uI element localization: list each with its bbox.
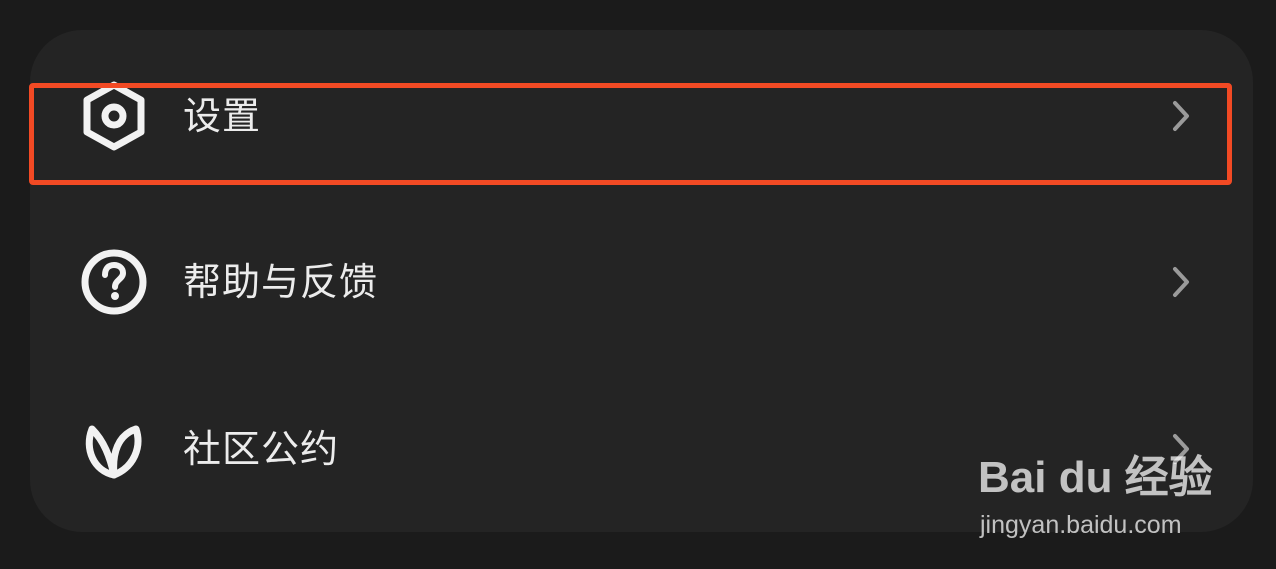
help-question-icon xyxy=(78,246,150,318)
menu-item-label: 帮助与反馈 xyxy=(183,260,379,304)
menu-item-label: 设置 xyxy=(183,94,262,138)
settings-icon xyxy=(78,80,150,152)
community-leaf-icon xyxy=(78,413,150,485)
menu-item-label: 社区公约 xyxy=(183,427,340,471)
chevron-right-icon xyxy=(1170,99,1194,133)
menu-item-community-guidelines[interactable]: 社区公约 xyxy=(30,389,1253,509)
chevron-right-icon xyxy=(1170,432,1194,466)
chevron-right-icon xyxy=(1170,265,1194,299)
menu-item-help-feedback[interactable]: 帮助与反馈 xyxy=(30,222,1253,342)
settings-menu-panel: 设置 帮助与反馈 社区公约 xyxy=(30,30,1253,532)
menu-item-settings[interactable]: 设置 xyxy=(30,56,1253,176)
